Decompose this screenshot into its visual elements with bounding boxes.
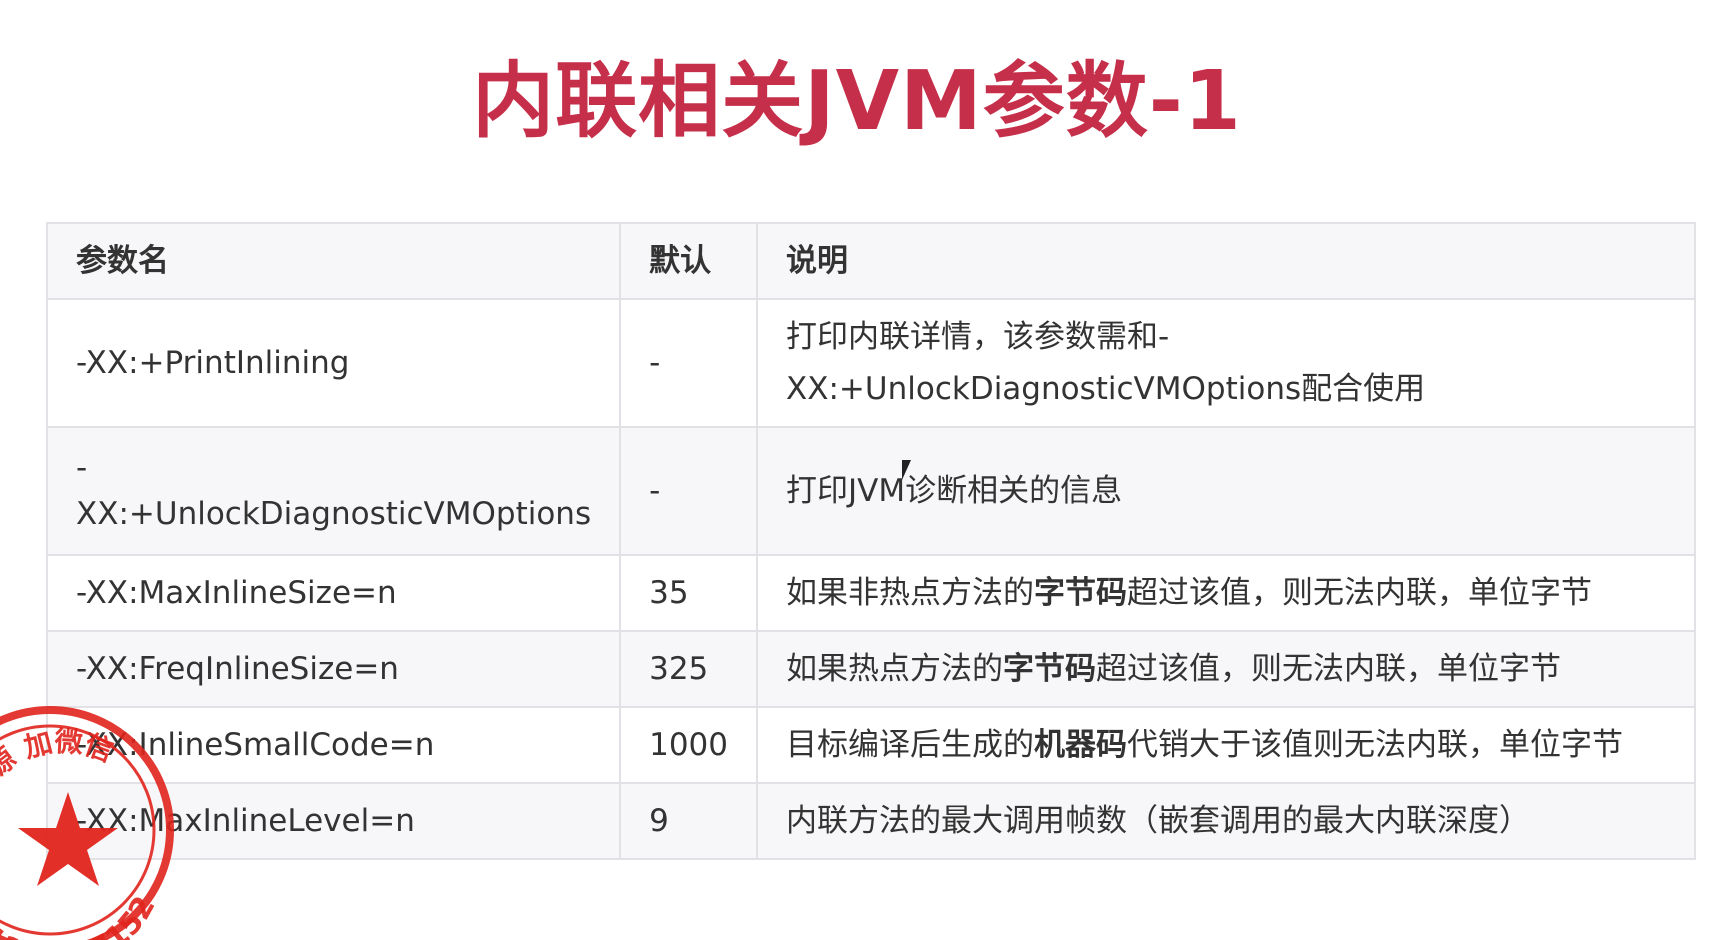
description-line: 打印内联详情，该参数需和- [786, 319, 1170, 355]
desc-text: 超过该值，则无法内联，单位字节 [1127, 575, 1593, 611]
watermark-seal: IT资源 加微信 1140027152 [0, 706, 174, 940]
description-line: XX:+UnlockDiagnosticVMOptions配合使用 [786, 371, 1426, 407]
table-header-row: 参数名 默认 说明 [45, 222, 1696, 300]
desc-emphasis: 字节码 [1034, 575, 1128, 611]
desc-text: 如果热点方法的 [786, 651, 1004, 687]
desc-emphasis: 机器码 [1034, 727, 1128, 763]
desc-text: 代销大于该值则无法内联，单位字节 [1127, 727, 1624, 763]
table-row: -XX:FreqInlineSize=n 325 如果热点方法的字节码超过该值，… [45, 630, 1696, 708]
svg-text:1140027152: 1140027152 [0, 890, 163, 940]
header-default: 默认 [619, 222, 759, 300]
mouse-cursor-icon [902, 460, 911, 480]
table-row: -XX:MaxInlineLevel=n 9 内联方法的最大调用帧数（嵌套调用的… [45, 782, 1696, 860]
param-name-text: - XX:+UnlockDiagnosticVMOptions [76, 445, 591, 537]
param-description: 内联方法的最大调用帧数（嵌套调用的最大内联深度） [756, 782, 1696, 860]
header-param-name: 参数名 [45, 222, 622, 300]
param-rest: XX:+UnlockDiagnosticVMOptions [76, 496, 592, 532]
param-name: -XX:+PrintInlining [45, 298, 622, 428]
desc-text: 超过该值，则无法内联，单位字节 [1096, 651, 1562, 687]
param-default: - [619, 426, 759, 556]
header-description: 说明 [756, 222, 1696, 300]
param-default: 325 [619, 630, 759, 708]
param-name: - XX:+UnlockDiagnosticVMOptions [45, 426, 622, 556]
svg-text:IT资源 加微信: IT资源 加微信 [0, 725, 118, 832]
param-description: 打印JVM诊断相关的信息 [756, 426, 1696, 556]
dash: - [76, 450, 88, 486]
param-name: -XX:MaxInlineSize=n [45, 554, 622, 632]
desc-text: 目标编译后生成的 [786, 727, 1035, 763]
star-icon [18, 792, 118, 886]
param-default: 35 [619, 554, 759, 632]
param-description: 打印内联详情，该参数需和- XX:+UnlockDiagnosticVMOpti… [756, 298, 1696, 428]
param-description: 目标编译后生成的机器码代销大于该值则无法内联，单位字节 [756, 706, 1696, 784]
desc-emphasis: 字节码 [1003, 651, 1097, 687]
param-default: 9 [619, 782, 759, 860]
param-default: 1000 [619, 706, 759, 784]
page-title: 内联相关JVM参数-1 [472, 54, 1242, 149]
desc-text: 如果非热点方法的 [786, 575, 1035, 611]
param-default: - [619, 298, 759, 428]
table-row: -XX:+PrintInlining - 打印内联详情，该参数需和- XX:+U… [45, 298, 1696, 428]
table-row: -XX:InlineSmallCode=n 1000 目标编译后生成的机器码代销… [45, 706, 1696, 784]
param-description: 如果非热点方法的字节码超过该值，则无法内联，单位字节 [756, 554, 1696, 632]
table-row: -XX:MaxInlineSize=n 35 如果非热点方法的字节码超过该值，则… [45, 554, 1696, 632]
param-description: 如果热点方法的字节码超过该值，则无法内联，单位字节 [756, 630, 1696, 708]
table-row: - XX:+UnlockDiagnosticVMOptions - 打印JVM诊断… [45, 426, 1696, 556]
seal-number: 1140027152 [0, 890, 163, 940]
seal-text: IT资源 加微信 [0, 725, 118, 832]
jvm-params-table: 参数名 默认 说明 -XX:+PrintInlining - 打印内联详情，该参… [45, 222, 1696, 860]
